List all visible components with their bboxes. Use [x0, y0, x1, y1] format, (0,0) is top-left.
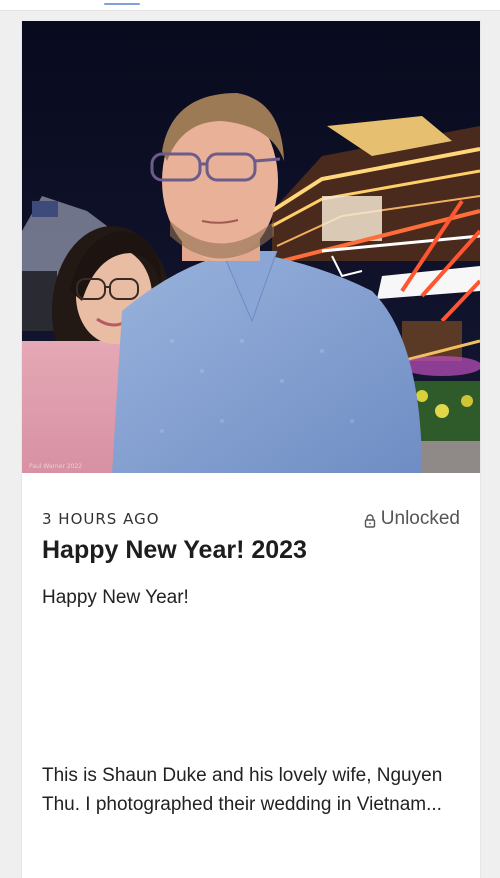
post-photo[interactable]: Paul Warner 2022 — [22, 21, 480, 473]
photo-watermark: Paul Warner 2022 — [29, 463, 83, 470]
lock-icon — [364, 512, 376, 528]
lock-status-label: Unlocked — [380, 508, 460, 529]
post-excerpt: This is Shaun Duke and his lovely wife, … — [42, 765, 443, 815]
post-card[interactable]: Paul Warner 2022 3 HOURS AGO Unlocked Ha… — [21, 21, 481, 878]
tab-indicator — [104, 3, 140, 5]
lock-status: Unlocked — [364, 508, 460, 530]
post-title[interactable]: Happy New Year! 2023 — [42, 536, 307, 565]
top-bar — [0, 0, 500, 11]
page: Paul Warner 2022 3 HOURS AGO Unlocked Ha… — [0, 0, 500, 878]
post-subtitle: Happy New Year! — [42, 587, 189, 608]
post-timestamp: 3 HOURS AGO — [42, 510, 160, 528]
couple-photo-illustration — [22, 21, 480, 473]
